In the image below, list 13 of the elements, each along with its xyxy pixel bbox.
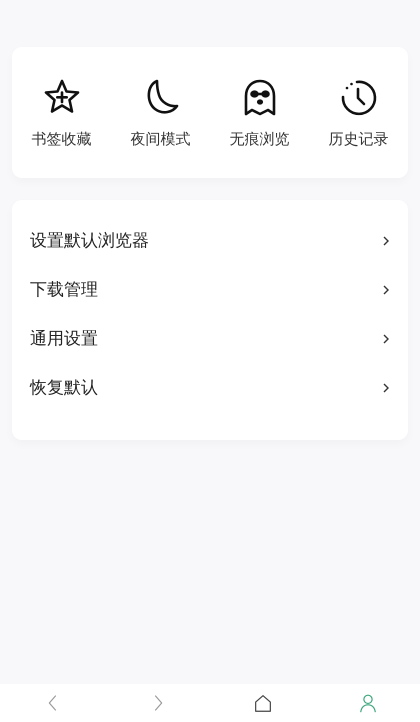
shortcut-button[interactable]: 书签收藏 xyxy=(12,76,111,149)
chevron-right-icon xyxy=(382,332,390,344)
shortcut-button[interactable]: 夜间模式 xyxy=(111,76,210,149)
chevron-right-icon xyxy=(382,284,390,296)
menu-item[interactable]: 下载管理 xyxy=(12,265,408,314)
clock-icon xyxy=(338,78,378,118)
chevron-right-icon xyxy=(382,234,390,246)
chevron-right-icon xyxy=(382,382,390,394)
menu-item[interactable]: 设置默认浏览器 xyxy=(12,216,408,265)
shortcut-button[interactable]: 无痕浏览 xyxy=(210,76,309,149)
shortcut-button[interactable]: 历史记录 xyxy=(309,76,408,149)
menu-item[interactable]: 通用设置 xyxy=(12,314,408,363)
menu-item[interactable]: 恢复默认 xyxy=(12,363,408,412)
